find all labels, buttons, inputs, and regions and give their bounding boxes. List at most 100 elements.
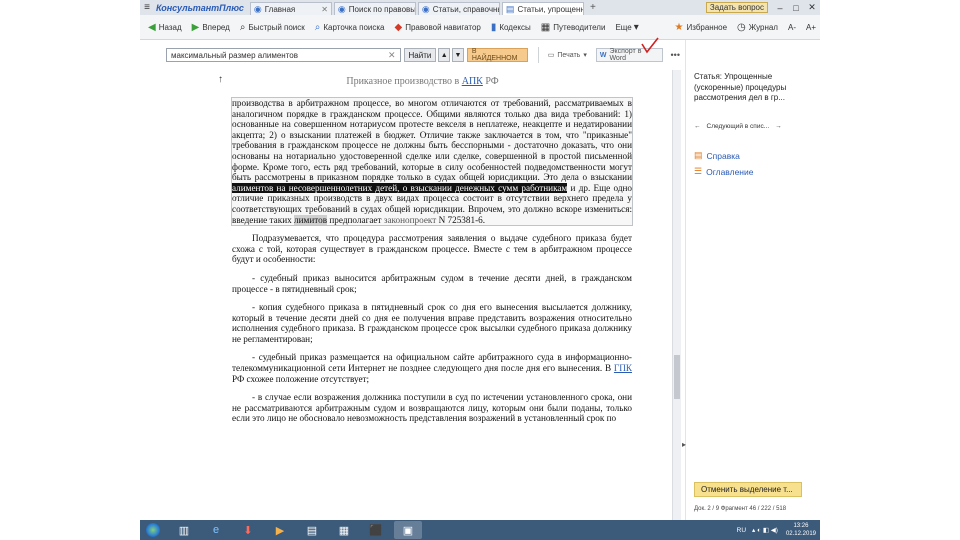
system-tray: RU ▴ ◐ ◧ ◀) 13:26 02.12.2019 — [737, 522, 820, 538]
find-prev-button[interactable]: ▲ — [438, 48, 451, 62]
print-button[interactable]: ▭ Печать ▾ — [545, 48, 590, 62]
arrow-left-icon: ◀ — [148, 21, 156, 33]
internet-explorer-icon[interactable]: e — [202, 521, 230, 539]
forward-button[interactable]: ▶ Вперед — [192, 22, 230, 33]
tab-bar: ≡ КонсультантПлюс ◉ Главная ✕ ◉ Поиск по пр… — [140, 0, 820, 15]
explorer-window-icon[interactable]: ▦ — [330, 521, 358, 539]
back-button[interactable]: ◀ Назад — [148, 22, 182, 33]
close-window-button[interactable]: ✕ — [804, 2, 820, 13]
arrow-left-icon[interactable]: ← — [694, 123, 701, 130]
find-next-button[interactable]: ▼ — [452, 48, 464, 62]
clock-time: 13:26 — [793, 523, 809, 529]
start-button[interactable] — [140, 520, 166, 540]
document-paragraph: - судебный приказ размещается на официал… — [232, 352, 632, 384]
current-document-title[interactable]: Статья: Упрощенные (ускоренные) процедур… — [694, 72, 814, 104]
search-highlight: алиментов на несовершеннолетних детей, о… — [232, 182, 568, 193]
document-scrollbar[interactable] — [672, 70, 681, 520]
legal-navigator-label: Правовой навигатор — [405, 22, 481, 32]
tab-label: Статьи, упрощенные — [517, 4, 582, 14]
app-window: ≡ КонсультантПлюс ◉ Главная ✕ ◉ Поиск по пр… — [140, 0, 820, 540]
guides-button[interactable]: ▦ Путеводители — [541, 22, 606, 33]
more-label: Еще — [615, 22, 632, 32]
right-panel: Статья: Упрощенные (ускоренные) процедур… — [682, 40, 820, 520]
search-row: максимальный размер алиментов ✕ Найти ▲ ▼… — [140, 40, 680, 70]
codes-button[interactable]: ▮ Кодексы — [491, 22, 531, 33]
contents-label: Оглавление — [706, 166, 754, 177]
media-player-icon[interactable]: ▶ — [266, 521, 294, 539]
clock[interactable]: 13:26 02.12.2019 — [786, 522, 816, 538]
codes-label: Кодексы — [499, 22, 531, 32]
font-smaller-button[interactable]: A- — [788, 23, 796, 32]
document-body: производства в арбитражном процессе, во … — [231, 96, 633, 432]
tray-icons[interactable]: ▴ ◐ ◧ ◀) — [752, 526, 778, 534]
draft-law-link[interactable]: законопроект — [384, 215, 436, 225]
quick-search-label: Быстрый поиск — [248, 22, 305, 32]
favorites-label: Избранное — [686, 22, 728, 32]
guide-icon: ▦ — [540, 21, 551, 33]
search-input-value: максимальный размер алиментов — [171, 50, 298, 60]
star-icon: ★ — [674, 21, 684, 33]
text-run: предполагает — [329, 214, 382, 225]
search-input[interactable]: максимальный размер алиментов ✕ — [166, 48, 401, 62]
document-paragraph-highlighted: производства в арбитражном процессе, во … — [231, 96, 633, 227]
cancel-selection-button[interactable]: Отменить выделение т... — [694, 482, 802, 497]
tab-label: Главная — [264, 4, 296, 14]
ask-question-button[interactable]: Задать вопрос — [705, 2, 768, 13]
clear-icon[interactable]: ✕ — [388, 50, 396, 61]
more-options-button[interactable]: ••• — [671, 50, 680, 60]
font-larger-button[interactable]: A+ — [806, 23, 816, 32]
contents-link[interactable]: ☰ Оглавление — [694, 166, 753, 177]
reference-label: Справка — [706, 150, 740, 161]
pdf-reader-icon[interactable]: ⬛ — [362, 521, 390, 539]
file-explorer-icon[interactable]: ▥ — [170, 521, 198, 539]
maximize-button[interactable]: □ — [788, 3, 804, 13]
text-run: - судебный приказ размещается на официал… — [232, 352, 632, 374]
consultant-app-icon[interactable]: ▣ — [394, 521, 422, 539]
menu-icon[interactable]: ≡ — [140, 0, 154, 15]
document-paragraph: - судебный приказ выносится арбитражным … — [232, 272, 632, 294]
red-check-annotation — [641, 37, 659, 54]
arrow-right-icon: ▶ — [191, 21, 200, 33]
search-icon: ⌕ — [239, 21, 246, 33]
tab-main[interactable]: ◉ Главная ✕ — [249, 2, 332, 15]
reference-link[interactable]: ▤ Справка — [694, 150, 740, 161]
toolbar-divider — [537, 47, 539, 63]
history-button[interactable]: ◷ Журнал — [737, 22, 778, 33]
next-in-list-label[interactable]: Следующий в спис... — [707, 123, 770, 130]
consultant-icon: ◉ — [421, 3, 430, 14]
gpk-link[interactable]: ГПК — [614, 363, 632, 373]
downloader-icon[interactable]: ⬇ — [234, 521, 262, 539]
minimize-button[interactable]: – — [772, 3, 788, 13]
back-label: Назад — [158, 22, 182, 32]
tab-articles[interactable]: ◉Статьи, справочные✕ — [417, 2, 500, 15]
app-brand: КонсультантПлюс — [156, 2, 244, 13]
language-indicator[interactable]: RU — [737, 527, 746, 534]
main-toolbar: ◀ Назад ▶ Вперед ⌕ Быстрый поиск ⌕ Карточка … — [140, 15, 820, 40]
new-tab-button[interactable]: + — [586, 2, 600, 13]
guides-label: Путеводители — [553, 22, 606, 32]
info-icon: ▤ — [694, 150, 703, 160]
chevron-down-icon: ▾ — [583, 52, 587, 59]
windows-logo-icon — [146, 523, 160, 537]
search-in-found-button[interactable]: В НАЙДЕННОМ — [466, 48, 528, 62]
collapse-panel-icon[interactable]: ▸ — [682, 440, 686, 449]
search-card-icon: ⌕ — [314, 21, 321, 33]
text-run: производства в арбитражном процессе, во … — [232, 98, 632, 183]
close-icon[interactable]: ✕ — [321, 5, 328, 14]
tab-current-article[interactable]: ▤Статьи, упрощенные✕ — [501, 2, 584, 15]
find-button[interactable]: Найти — [403, 48, 437, 62]
quick-search-button[interactable]: ⌕ Быстрый поиск — [240, 22, 305, 33]
favorites-button[interactable]: ★ Избранное — [675, 22, 728, 33]
arrow-right-icon[interactable]: → — [775, 123, 782, 130]
doc-title-link[interactable]: АПК — [462, 76, 483, 87]
tab-label: Статьи, справочные — [432, 4, 499, 14]
word-app-icon[interactable]: ▤ — [298, 521, 326, 539]
legal-navigator-button[interactable]: ◆ Правовой навигатор — [395, 22, 481, 33]
word-icon: W — [599, 51, 607, 59]
search-card-button[interactable]: ⌕ Карточка поиска — [315, 22, 385, 33]
scrollbar-thumb[interactable] — [674, 355, 680, 399]
tab-search[interactable]: ◉Поиск по правовым✕ — [333, 2, 416, 15]
document-icon: ▤ — [505, 3, 515, 14]
document-paragraph: - копия судебного приказа в пятидневный … — [232, 302, 632, 344]
more-menu-button[interactable]: Еще ▾ — [615, 22, 641, 33]
